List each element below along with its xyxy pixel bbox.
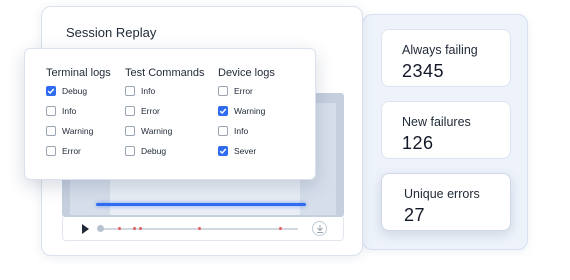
column-heading: Terminal logs <box>46 67 111 79</box>
error-marker[interactable] <box>139 227 142 230</box>
option-label: Error <box>62 146 81 156</box>
option-label: Sever <box>234 146 257 156</box>
checkbox[interactable] <box>125 126 135 136</box>
filter-option[interactable]: Warning <box>218 101 275 121</box>
filter-column-terminal-logs: Terminal logs Debug Info Warning Error <box>46 67 111 161</box>
checkbox[interactable] <box>46 86 56 96</box>
filter-column-test-commands: Test Commands Info Error Warning Debug <box>125 67 204 161</box>
checkbox[interactable] <box>46 106 56 116</box>
column-heading: Device logs <box>218 67 275 79</box>
checkbox[interactable] <box>218 106 228 116</box>
option-label: Info <box>234 126 249 136</box>
filter-option[interactable]: Info <box>46 101 111 121</box>
option-label: Debug <box>141 146 167 156</box>
option-label: Error <box>234 86 253 96</box>
filter-option[interactable]: Sever <box>218 141 275 161</box>
checkbox[interactable] <box>218 146 228 156</box>
player-controls <box>62 217 344 241</box>
checkbox[interactable] <box>46 126 56 136</box>
option-label: Error <box>141 106 160 116</box>
checkbox[interactable] <box>125 146 135 156</box>
column-heading: Test Commands <box>125 67 205 79</box>
session-title: Session Replay <box>66 25 157 40</box>
error-marker[interactable] <box>118 227 121 230</box>
stat-label: New failures <box>402 115 471 129</box>
filter-option[interactable]: Warning <box>125 121 204 141</box>
checkbox[interactable] <box>218 86 228 96</box>
stat-card-unique-errors[interactable]: Unique errors 27 <box>381 173 511 231</box>
stat-card-new-failures[interactable]: New failures 126 <box>381 101 511 159</box>
checkbox[interactable] <box>125 106 135 116</box>
filter-option[interactable]: Debug <box>46 81 111 101</box>
stat-value: 126 <box>402 133 434 153</box>
filter-column-device-logs: Device logs Error Warning Info Sever <box>218 67 275 161</box>
progress-knob[interactable] <box>97 225 104 232</box>
stat-value: 2345 <box>402 61 445 81</box>
filter-option[interactable]: Info <box>218 121 275 141</box>
stat-label: Unique errors <box>404 187 480 201</box>
stage: Always failing 2345 New failures 126 Uni… <box>0 0 570 280</box>
filter-option[interactable]: Error <box>46 141 111 161</box>
option-label: Info <box>62 106 77 116</box>
log-filter-popup: Terminal logs Debug Info Warning Error T… <box>24 48 316 180</box>
filter-option[interactable]: Debug <box>125 141 204 161</box>
option-label: Warning <box>234 106 266 116</box>
filter-option[interactable]: Error <box>125 101 204 121</box>
checkbox[interactable] <box>218 126 228 136</box>
error-marker[interactable] <box>133 227 136 230</box>
filter-option[interactable]: Error <box>218 81 275 101</box>
checkbox[interactable] <box>46 146 56 156</box>
play-icon[interactable] <box>82 224 89 234</box>
stat-card-always-failing[interactable]: Always failing 2345 <box>381 29 511 87</box>
stats-panel: Always failing 2345 New failures 126 Uni… <box>362 14 528 250</box>
option-label: Warning <box>62 126 94 136</box>
option-label: Debug <box>62 86 88 96</box>
option-label: Warning <box>141 126 173 136</box>
stat-value: 27 <box>404 205 426 225</box>
download-icon[interactable] <box>312 221 327 236</box>
stat-label: Always failing <box>402 43 478 57</box>
filter-option[interactable]: Warning <box>46 121 111 141</box>
error-marker[interactable] <box>198 227 201 230</box>
option-label: Info <box>141 86 156 96</box>
filter-option[interactable]: Info <box>125 81 204 101</box>
error-marker[interactable] <box>279 227 282 230</box>
checkbox[interactable] <box>125 86 135 96</box>
video-highlight-bar <box>96 203 306 206</box>
